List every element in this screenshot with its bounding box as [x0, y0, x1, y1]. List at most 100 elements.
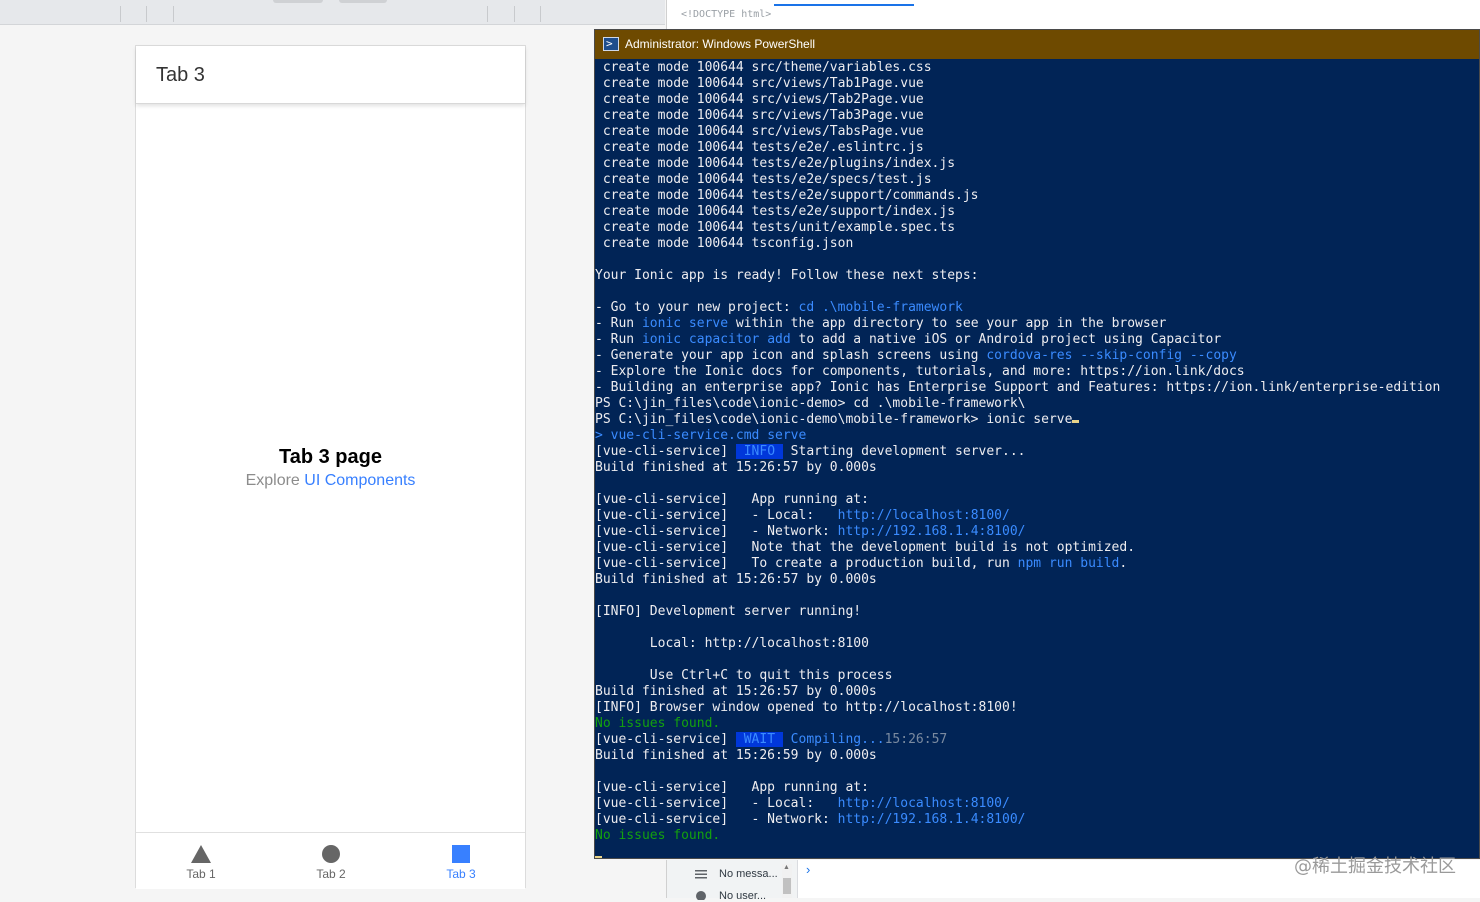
console-line: create mode 100644 src/views/TabsPage.vu… — [595, 124, 924, 139]
console-line: PS C:\jin_files\code\ionic-demo\mobile-f… — [595, 412, 1080, 428]
line-text: [vue-cli-service] - Network: — [595, 524, 838, 539]
info-badge: INFO — [735, 444, 783, 459]
console-prompt-chevron-icon: › — [806, 862, 811, 877]
toolbar-button[interactable] — [339, 0, 387, 3]
devtools-source-line: <!DOCTYPE html> — [681, 9, 772, 20]
console-line: create mode 100644 tests/e2e/specs/test.… — [595, 172, 932, 187]
tab-bar: Tab 1 Tab 2 Tab 3 — [136, 832, 525, 889]
toolbar-separator — [173, 6, 174, 22]
line-text: [vue-cli-service] - Network: — [595, 812, 838, 827]
console-line: create mode 100644 src/theme/variables.c… — [595, 60, 932, 75]
circle-icon — [322, 845, 340, 863]
console-line: create mode 100644 tsconfig.json — [595, 236, 854, 251]
console-line: Build finished at 15:26:57 by 0.000s — [595, 684, 877, 699]
sidebar-scrollbar[interactable]: ▲ — [782, 864, 792, 898]
text-cursor — [1072, 420, 1080, 423]
console-line: create mode 100644 tests/e2e/support/ind… — [595, 204, 956, 219]
scroll-up-icon[interactable]: ▲ — [783, 864, 790, 871]
console-line: - Building an enterprise app? Ionic has … — [595, 380, 1441, 395]
console-line: > vue-cli-service.cmd serve — [595, 428, 806, 444]
tab-label: Tab 3 — [446, 867, 476, 881]
user-icon — [696, 891, 706, 900]
console-line: create mode 100644 tests/e2e/support/com… — [595, 188, 979, 203]
compile-time: 15:26:57 — [884, 732, 948, 747]
window-titlebar[interactable]: > Administrator: Windows PowerShell — [595, 30, 1479, 59]
toolbar-separator — [120, 6, 121, 22]
powershell-icon: > — [603, 37, 619, 51]
console-line: [vue-cli-service] - Network: http://192.… — [595, 524, 1025, 540]
console-line: - Run ionic serve within the app directo… — [595, 316, 1166, 332]
console-line: Use Ctrl+C to quit this process — [595, 668, 893, 683]
console-line: Your Ionic app is ready! Follow these ne… — [595, 268, 979, 283]
console-line: create mode 100644 src/views/Tab3Page.vu… — [595, 108, 924, 123]
console-line: - Go to your new project: cd .\mobile-fr… — [595, 300, 963, 316]
line-text: - Run — [595, 316, 642, 331]
triangle-icon — [191, 845, 211, 863]
local-url: http://localhost:8100/ — [837, 796, 1010, 811]
tab-label: Tab 2 — [316, 867, 346, 881]
scrollbar-thumb[interactable] — [783, 878, 791, 894]
tab-3[interactable]: Tab 3 — [396, 833, 526, 889]
command-highlight: cordova-res --skip-config --copy — [986, 348, 1237, 363]
console-line: create mode 100644 tests/unit/example.sp… — [595, 220, 956, 235]
console-line: Local: http://localhost:8100 — [595, 636, 869, 651]
command-highlight: cd .\mobile-framework — [798, 300, 963, 315]
line-text: > — [595, 428, 611, 443]
tab-1[interactable]: Tab 1 — [136, 833, 266, 889]
console-line: [vue-cli-service] App running at: — [595, 492, 869, 507]
line-text: Starting development server... — [782, 444, 1026, 459]
powershell-window[interactable]: > Administrator: Windows PowerShell crea… — [594, 29, 1480, 859]
line-text: [vue-cli-service] — [595, 444, 736, 459]
console-output[interactable]: create mode 100644 src/theme/variables.c… — [595, 60, 1479, 858]
console-line: create mode 100644 tests/e2e/plugins/ind… — [595, 156, 956, 171]
console-line: Build finished at 15:26:57 by 0.000s — [595, 572, 877, 587]
console-sidebar: No messa... No user... ▲ — [667, 860, 798, 902]
wait-badge: WAIT — [735, 732, 783, 747]
text-cursor — [595, 856, 602, 858]
mobile-preview: Tab 3 Tab 3 page Explore UI Components T… — [135, 45, 526, 889]
console-line: No issues found. — [595, 716, 721, 731]
line-text: - Run — [595, 332, 642, 347]
console-line: [vue-cli-service] - Network: http://192.… — [595, 812, 1025, 828]
line-text: [vue-cli-service] — [595, 732, 736, 747]
console-line: [vue-cli-service] App running at: — [595, 780, 869, 795]
app-header: Tab 3 — [136, 46, 525, 104]
network-url: http://192.168.1.4:8100/ — [837, 524, 1026, 539]
console-line: create mode 100644 src/views/Tab1Page.vu… — [595, 76, 924, 91]
tab-2[interactable]: Tab 2 — [266, 833, 396, 889]
toolbar-button[interactable] — [273, 0, 323, 3]
toolbar-separator — [146, 6, 147, 22]
console-line: Build finished at 15:26:57 by 0.000s — [595, 460, 877, 475]
tab-label: Tab 1 — [186, 867, 216, 881]
sidebar-item-messages[interactable]: No messa... — [719, 868, 778, 880]
sidebar-item-user[interactable]: No user... — [719, 890, 766, 902]
console-line: PS C:\jin_files\code\ionic-demo> cd .\mo… — [595, 396, 1026, 411]
console-line: [vue-cli-service] - Local: http://localh… — [595, 508, 1010, 524]
toolbar-separator — [514, 6, 515, 22]
console-line: - Generate your app icon and splash scre… — [595, 348, 1237, 364]
square-icon — [452, 845, 470, 863]
local-url: http://localhost:8100/ — [837, 508, 1010, 523]
explore-label: Explore — [245, 472, 300, 489]
line-text: to add a native iOS or Android project u… — [790, 332, 1222, 347]
explore-text: Explore UI Components — [136, 472, 525, 490]
command-highlight: ionic serve — [641, 316, 729, 331]
toolbar-separator — [540, 6, 541, 22]
line-text: PS C:\jin_files\code\ionic-demo\mobile-f… — [595, 412, 1073, 427]
devtools-active-tab-indicator — [774, 4, 914, 6]
console-scrollbar[interactable] — [1469, 60, 1479, 858]
console-line — [595, 848, 602, 858]
console-line: create mode 100644 tests/e2e/.eslintrc.j… — [595, 140, 924, 155]
console-line: [vue-cli-service] To create a production… — [595, 556, 1128, 571]
console-line: - Run ionic capacitor add to add a nativ… — [595, 332, 1221, 348]
header-title: Tab 3 — [156, 64, 205, 86]
ui-components-link[interactable]: UI Components — [304, 472, 415, 489]
console-line: - Explore the Ionic docs for components,… — [595, 364, 1245, 379]
line-text: - Generate your app icon and splash scre… — [595, 348, 987, 363]
command-highlight: npm run build — [1017, 556, 1120, 571]
window-title: Administrator: Windows PowerShell — [625, 37, 816, 51]
line-text: [vue-cli-service] - Local: — [595, 796, 838, 811]
console-line: [vue-cli-service] - Local: http://localh… — [595, 796, 1010, 812]
compiling-text: Compiling... — [782, 732, 885, 747]
network-url: http://192.168.1.4:8100/ — [837, 812, 1026, 827]
